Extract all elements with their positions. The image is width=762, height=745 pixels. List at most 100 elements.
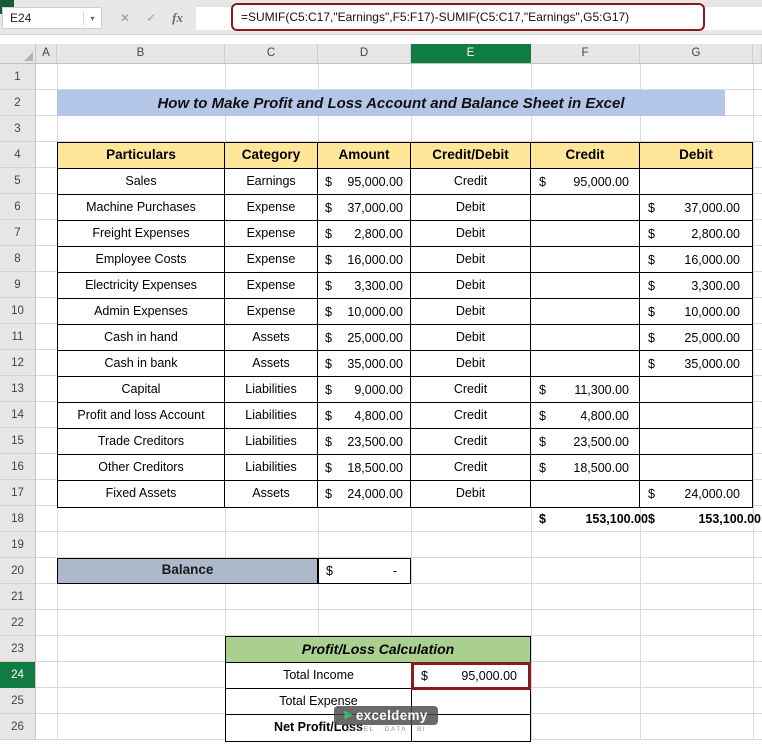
cell-credit-total[interactable]: $ 153,100.00 [531,506,658,532]
cell-credit[interactable]: $ 4,800.00 [531,403,640,429]
cell-debit[interactable]: $ 2,800.00 [640,221,752,247]
cell-category[interactable]: Expense [225,221,318,247]
cell-debit[interactable] [640,429,752,455]
row-header-17[interactable]: 17 [0,480,35,506]
row-header-15[interactable]: 15 [0,428,35,454]
cell-particulars[interactable]: Sales [58,169,225,195]
row-header-13[interactable]: 13 [0,376,35,402]
row-header-26[interactable]: 26 [0,714,35,740]
cell-credit-debit[interactable]: Credit [411,377,531,403]
cell-amount[interactable]: $ 3,300.00 [318,273,411,299]
cell-debit-total[interactable]: $ 153,100.00 [640,506,762,532]
cell-debit[interactable]: $ 35,000.00 [640,351,752,377]
cell-credit-debit[interactable]: Debit [411,481,531,507]
cancel-icon[interactable]: ✕ [120,11,130,25]
cell-debit[interactable]: $ 16,000.00 [640,247,752,273]
cell-particulars[interactable]: Freight Expenses [58,221,225,247]
cell-credit[interactable]: $ 95,000.00 [531,169,640,195]
select-all-corner[interactable] [0,44,36,63]
cell-category[interactable]: Assets [225,325,318,351]
row-header-12[interactable]: 12 [0,350,35,376]
cell-credit-debit[interactable]: Debit [411,195,531,221]
cell-debit[interactable]: $ 37,000.00 [640,195,752,221]
cell-particulars[interactable]: Other Creditors [58,455,225,481]
row-header-11[interactable]: 11 [0,324,35,350]
column-header-E[interactable]: E [411,44,531,63]
cell-credit[interactable]: $ 18,500.00 [531,455,640,481]
cell-debit[interactable]: $ 25,000.00 [640,325,752,351]
cell-amount[interactable]: $ 16,000.00 [318,247,411,273]
cell-amount[interactable]: $ 2,800.00 [318,221,411,247]
row-header-22[interactable]: 22 [0,610,35,636]
row-header-25[interactable]: 25 [0,688,35,714]
column-header-C[interactable]: C [225,44,318,63]
table-header-credit-debit[interactable]: Credit/Debit [411,143,531,169]
row-header-2[interactable]: 2 [0,90,35,116]
cell-debit[interactable]: $ 10,000.00 [640,299,752,325]
row-header-10[interactable]: 10 [0,298,35,324]
cell-credit-debit[interactable]: Debit [411,221,531,247]
row-header-21[interactable]: 21 [0,584,35,610]
row-header-9[interactable]: 9 [0,272,35,298]
table-header-particulars[interactable]: Particulars [58,143,225,169]
cell-category[interactable]: Liabilities [225,429,318,455]
cell-amount[interactable]: $ 4,800.00 [318,403,411,429]
cell-category[interactable]: Assets [225,351,318,377]
cell-total-income-label[interactable]: Total Income [226,663,412,689]
cell-credit[interactable] [531,299,640,325]
balance-label-cell[interactable]: Balance [57,558,318,584]
row-header-20[interactable]: 20 [0,558,35,584]
formula-input[interactable]: =SUMIF(C5:C17,"Earnings",F5:F17)-SUMIF(C… [231,3,705,31]
cell-debit[interactable] [640,377,752,403]
cell-credit-debit[interactable]: Debit [411,273,531,299]
cell-category[interactable]: Expense [225,247,318,273]
cell-amount[interactable]: $ 10,000.00 [318,299,411,325]
row-header-7[interactable]: 7 [0,220,35,246]
cell-particulars[interactable]: Trade Creditors [58,429,225,455]
cell-credit[interactable]: $ 11,300.00 [531,377,640,403]
cell-particulars[interactable]: Machine Purchases [58,195,225,221]
row-header-14[interactable]: 14 [0,402,35,428]
cell-debit[interactable]: $ 24,000.00 [640,481,752,507]
column-header-F[interactable]: F [531,44,640,63]
row-header-5[interactable]: 5 [0,168,35,194]
cell-credit-debit[interactable]: Debit [411,299,531,325]
cell-credit[interactable] [531,273,640,299]
cell-credit[interactable] [531,247,640,273]
cell-credit-debit[interactable]: Credit [411,403,531,429]
table-header-amount[interactable]: Amount [318,143,411,169]
cell-particulars[interactable]: Profit and loss Account [58,403,225,429]
row-header-1[interactable]: 1 [0,64,35,90]
cell-debit[interactable]: $ 3,300.00 [640,273,752,299]
cell-category[interactable]: Expense [225,299,318,325]
column-header-partial[interactable] [753,44,762,63]
cell-category[interactable]: Liabilities [225,377,318,403]
cell-amount[interactable]: $ 35,000.00 [318,351,411,377]
name-box[interactable]: E24 ▾ [2,7,102,29]
column-header-G[interactable]: G [640,44,753,63]
cell-particulars[interactable]: Admin Expenses [58,299,225,325]
cell-category[interactable]: Expense [225,273,318,299]
cell-credit[interactable] [531,325,640,351]
row-header-16[interactable]: 16 [0,454,35,480]
cell-credit[interactable] [531,195,640,221]
cell-debit[interactable] [640,169,752,195]
cell-amount[interactable]: $ 18,500.00 [318,455,411,481]
row-header-3[interactable]: 3 [0,116,35,142]
cell-credit-debit[interactable]: Credit [411,429,531,455]
cell-category[interactable]: Liabilities [225,403,318,429]
column-header-D[interactable]: D [318,44,411,63]
row-header-18[interactable]: 18 [0,506,35,532]
column-header-B[interactable]: B [57,44,225,63]
cell-debit[interactable] [640,455,752,481]
balance-value-cell[interactable]: $ - [318,558,411,584]
row-header-8[interactable]: 8 [0,246,35,272]
table-header-credit[interactable]: Credit [531,143,640,169]
cell-amount[interactable]: $ 23,500.00 [318,429,411,455]
enter-icon[interactable]: ✓ [146,11,156,25]
cell-credit[interactable] [531,221,640,247]
cell-particulars[interactable]: Employee Costs [58,247,225,273]
cell-credit[interactable]: $ 23,500.00 [531,429,640,455]
table-header-category[interactable]: Category [225,143,318,169]
row-header-4[interactable]: 4 [0,142,35,168]
